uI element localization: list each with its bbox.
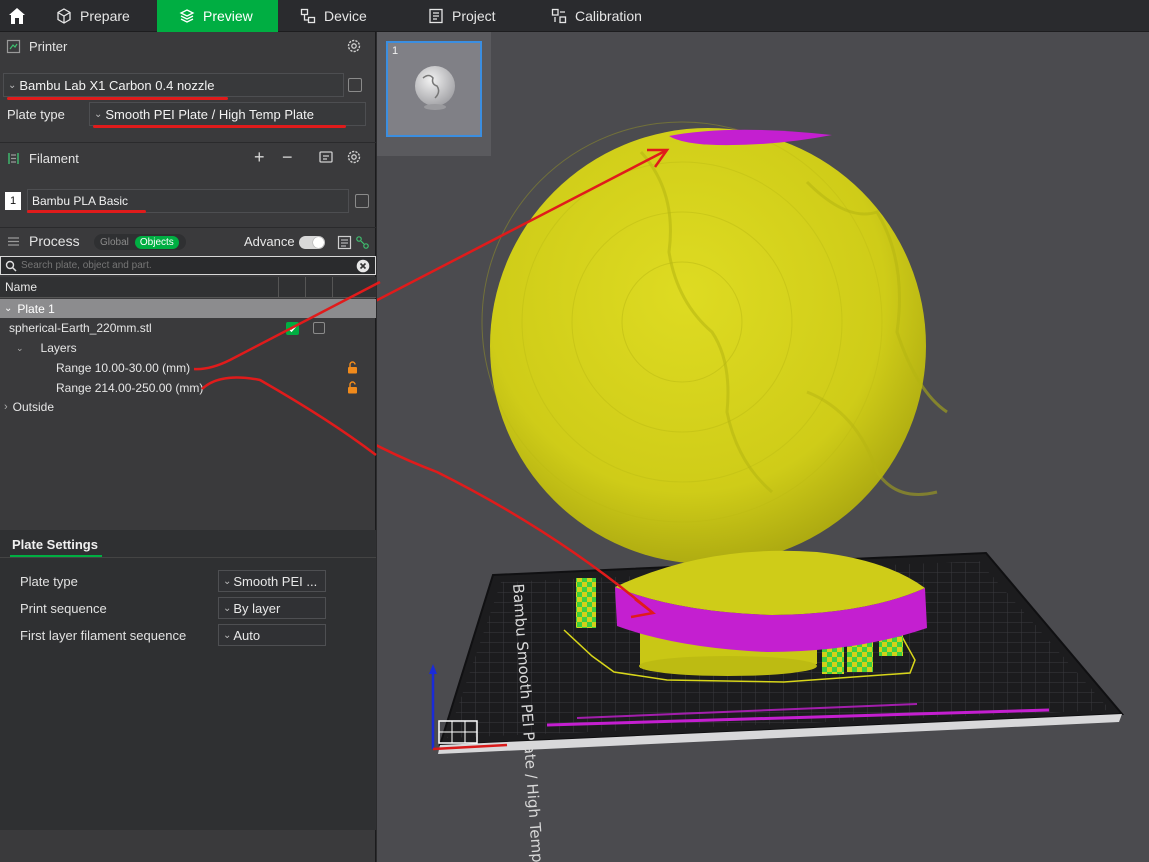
sidebar: Printer ⌄ Bambu Lab X1 Carbon 0.4 nozzle…: [0, 32, 376, 862]
divider: [0, 142, 376, 143]
process-compare-icon[interactable]: [355, 235, 370, 250]
tab-label: Preview: [203, 7, 253, 24]
chevron-down-icon: ⌄: [16, 342, 24, 353]
layers-node[interactable]: ⌄ Layers: [16, 341, 77, 355]
object-visible-checkbox[interactable]: [286, 322, 299, 335]
filament-edit-icon[interactable]: [355, 194, 369, 208]
advance-toggle[interactable]: [299, 236, 325, 249]
global-objects-toggle[interactable]: Global Objects: [94, 234, 186, 250]
outside-label: Outside: [12, 400, 55, 414]
process-list-icon[interactable]: [337, 235, 352, 250]
chevron-down-icon: ⌄: [94, 108, 103, 120]
column-divider: [278, 277, 279, 298]
filament-icon: [8, 152, 19, 164]
object-settings-icon[interactable]: [313, 322, 325, 334]
tab-preview[interactable]: Preview: [157, 0, 278, 32]
plate-row[interactable]: ⌄ Plate 1: [0, 299, 376, 318]
printer-icon: [6, 39, 21, 53]
search-icon: [5, 260, 17, 272]
object-name: spherical-Earth_220mm.stl: [9, 321, 152, 335]
chevron-right-icon: ›: [4, 401, 8, 413]
unlock-icon[interactable]: [347, 361, 358, 374]
chevron-down-icon: ⌄: [223, 602, 232, 614]
plate-settings-title: Plate Settings: [12, 537, 98, 552]
print-sequence-select[interactable]: ⌄ By layer: [218, 597, 326, 619]
plate-type-value: Smooth PEI Plate / High Temp Plate: [105, 106, 314, 122]
annotation-underline: [7, 97, 228, 100]
process-title: Process: [29, 233, 80, 249]
search-input[interactable]: [21, 260, 351, 271]
unlock-icon[interactable]: [347, 381, 358, 394]
first-layer-sequence-label: First layer filament sequence: [20, 628, 187, 643]
tab-label: Project: [452, 7, 496, 24]
check-icon: [288, 325, 297, 333]
filament-slot-badge[interactable]: 1: [5, 192, 21, 210]
plate-label: Plate 1: [17, 301, 55, 316]
plate-settings-panel: Plate Settings Plate type ⌄ Smooth PEI ..…: [0, 530, 376, 830]
search-box[interactable]: [0, 256, 376, 275]
tab-prepare[interactable]: Prepare: [34, 0, 157, 32]
object-list-header: Name: [0, 277, 376, 298]
print-sequence-label: Print sequence: [20, 601, 107, 616]
divider: [0, 557, 376, 558]
plate-type-select[interactable]: ⌄ Smooth PEI Plate / High Temp Plate: [89, 102, 366, 126]
3d-viewport[interactable]: 1 Bambu Smooth PEI Plate / High Temp Pla…: [377, 32, 1149, 862]
tab-label: Device: [324, 7, 367, 24]
plate-type-setting-label: Plate type: [20, 574, 78, 589]
printer-title: Printer: [29, 38, 68, 54]
annotation-underline: [93, 125, 346, 128]
project-icon: [429, 8, 443, 23]
printer-settings-gear-icon[interactable]: [346, 38, 362, 54]
device-icon: [300, 8, 316, 23]
tab-calibration[interactable]: Calibration: [529, 0, 669, 32]
home-icon: [9, 7, 25, 24]
plate-type-setting-select[interactable]: ⌄ Smooth PEI ...: [218, 570, 326, 592]
range-label: Range 10.00-30.00 (mm): [56, 361, 191, 375]
plate-type-setting-value: Smooth PEI ...: [233, 573, 318, 589]
range-label: Range 214.00-250.00 (mm): [56, 381, 204, 395]
filament-preset-value: Bambu PLA Basic: [32, 194, 129, 208]
range-row[interactable]: Range 10.00-30.00 (mm): [56, 361, 190, 375]
filament-title: Filament: [29, 150, 79, 166]
tab-project[interactable]: Project: [406, 0, 529, 32]
calibration-icon: [551, 8, 567, 23]
home-button[interactable]: [0, 0, 34, 32]
global-option[interactable]: Global: [94, 237, 135, 248]
name-column-header: Name: [5, 280, 38, 294]
main-toolbar: Prepare Preview Device Project Calibrati…: [0, 0, 1149, 32]
clear-search-icon[interactable]: [356, 259, 370, 273]
printer-preset-value: Bambu Lab X1 Carbon 0.4 nozzle: [19, 77, 215, 93]
print-sequence-value: By layer: [233, 600, 281, 616]
filament-settings-gear-icon[interactable]: [346, 149, 362, 165]
tab-label: Calibration: [575, 7, 642, 24]
first-layer-sequence-select[interactable]: ⌄ Auto: [218, 624, 326, 646]
layers-icon: [179, 8, 195, 23]
object-row[interactable]: spherical-Earth_220mm.stl: [9, 321, 152, 335]
layers-label: Layers: [40, 341, 77, 355]
add-filament-button[interactable]: +: [254, 147, 265, 168]
process-icon: [8, 236, 19, 246]
scene: Bambu Smooth PEI Plate / High Temp Plate: [377, 121, 1125, 862]
tab-device[interactable]: Device: [278, 0, 406, 32]
filament-sync-icon[interactable]: [318, 149, 334, 165]
range-row[interactable]: Range 214.00-250.00 (mm): [56, 381, 203, 395]
chevron-down-icon: ⌄: [4, 303, 13, 314]
outside-node[interactable]: › Outside: [4, 400, 54, 414]
column-divider: [332, 277, 333, 298]
printer-preset-select[interactable]: ⌄ Bambu Lab X1 Carbon 0.4 nozzle: [3, 73, 344, 97]
chevron-down-icon: ⌄: [223, 629, 232, 641]
printer-section-header: Printer: [0, 32, 376, 60]
column-divider: [305, 277, 306, 298]
first-layer-sequence-value: Auto: [233, 627, 261, 643]
advance-label: Advance: [244, 234, 295, 249]
objects-option[interactable]: Objects: [134, 235, 179, 249]
tab-label: Prepare: [80, 7, 130, 24]
remove-filament-button[interactable]: −: [282, 147, 293, 168]
printer-edit-icon[interactable]: [348, 78, 362, 92]
chevron-down-icon: ⌄: [223, 575, 232, 587]
chevron-down-icon: ⌄: [8, 79, 17, 91]
plate-type-label: Plate type: [7, 107, 65, 122]
annotation-underline: [27, 210, 146, 213]
cube-icon: [57, 7, 71, 24]
